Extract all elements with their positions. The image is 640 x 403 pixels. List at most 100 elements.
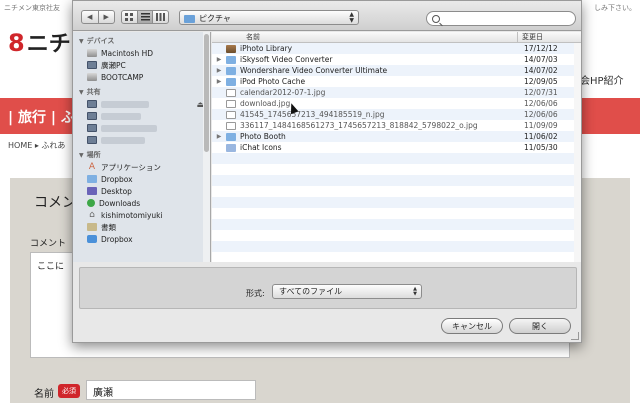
file-date: 12/06/06 — [524, 99, 558, 108]
name-input[interactable]: 廣瀬 — [86, 380, 256, 400]
sidebar-item-macintosh-hd[interactable]: Macintosh HD — [73, 47, 210, 59]
network-computer-icon — [87, 136, 97, 144]
sidebar-item-applications[interactable]: A アプリケーション — [73, 161, 210, 173]
sidebar-item-label: Macintosh HD — [101, 48, 154, 58]
sidebar-shared-header[interactable]: ▼ 共有 — [73, 83, 210, 98]
downloads-icon — [87, 199, 95, 207]
name-input-value: 廣瀬 — [93, 388, 113, 399]
file-row[interactable]: ▶ Wondershare Video Converter Ultimate 14/… — [212, 65, 581, 76]
empty-row — [212, 252, 581, 262]
sidebar-item-downloads[interactable]: Downloads — [73, 197, 210, 209]
sidebar-item-label: Desktop — [101, 186, 132, 196]
sidebar-shared-item[interactable] — [73, 134, 210, 146]
disclosure-triangle-icon: ▼ — [79, 37, 84, 45]
sidebar-item-label: BOOTCAMP — [101, 72, 144, 82]
file-date: 12/07/31 — [524, 88, 558, 97]
icon-view-button[interactable] — [122, 11, 138, 23]
sidebar-item-desktop[interactable]: Desktop — [73, 185, 210, 197]
sidebar-header-label: 場所 — [86, 151, 101, 159]
file-name: calendar2012-07-1.jpg — [240, 88, 326, 97]
icon-view-icon — [124, 13, 133, 21]
file-row[interactable]: download.jpg 12/06/06 — [212, 98, 581, 109]
sidebar-item-dropbox[interactable]: Dropbox — [73, 173, 210, 185]
empty-row — [212, 230, 581, 241]
sidebar-item-label: Dropbox — [101, 234, 133, 244]
folder-icon — [226, 55, 236, 64]
disclosure-triangle-icon[interactable]: ▶ — [212, 56, 226, 63]
format-label: 形式: — [246, 289, 265, 298]
scrollbar-thumb[interactable] — [204, 34, 209, 152]
blurred-label — [101, 100, 149, 108]
pc-icon — [87, 61, 97, 69]
site-logo[interactable]: 8ニチ — [8, 26, 71, 58]
file-row[interactable]: ▶ Photo Booth 11/06/02 — [212, 131, 581, 142]
open-button[interactable]: 開く — [509, 318, 571, 334]
column-header-name[interactable]: 名前 — [212, 32, 518, 42]
column-header-date[interactable]: 変更日 — [518, 32, 581, 42]
sidebar-shared-item[interactable] — [73, 122, 210, 134]
file-date: 14/07/02 — [524, 66, 558, 75]
file-date: 17/12/12 — [524, 44, 558, 53]
breadcrumb[interactable]: HOME ▸ ふれあ — [8, 140, 65, 151]
sidebar-item-hirose-pc[interactable]: 廣瀬PC — [73, 59, 210, 71]
folder-icon — [87, 175, 97, 183]
disclosure-triangle-icon: ▼ — [79, 88, 84, 96]
folder-icon — [226, 77, 236, 86]
sidebar-item-home[interactable]: ⌂ kishimotomiyuki — [73, 209, 210, 221]
search-input[interactable] — [444, 14, 564, 23]
file-row[interactable]: iChat Icons 11/05/30 — [212, 142, 581, 153]
location-select[interactable]: ピクチャ ▲ ▼ — [179, 10, 359, 25]
file-date: 11/05/30 — [524, 143, 558, 152]
file-row[interactable]: 336117_1484168561273_1745657213_818842_5… — [212, 120, 581, 131]
format-select[interactable]: すべてのファイル ▲ ▼ — [272, 284, 422, 299]
comment-label: コメント — [30, 239, 67, 249]
required-badge: 必須 — [58, 384, 80, 398]
sidebar-header-label: デバイス — [86, 37, 115, 45]
back-button[interactable]: ◀ — [82, 11, 99, 23]
disclosure-triangle-icon[interactable]: ▶ — [212, 78, 226, 85]
disclosure-triangle-icon[interactable]: ▶ — [212, 133, 226, 140]
header-right-text: しみ下さい。 — [594, 4, 636, 12]
sidebar-places-header[interactable]: ▼ 場所 — [73, 146, 210, 161]
forward-button[interactable]: ▶ — [99, 11, 115, 23]
column-view-icon — [156, 13, 166, 21]
sidebar-item-label: Downloads — [99, 198, 141, 208]
documents-icon — [87, 223, 97, 231]
sidebar-shared-item[interactable] — [73, 110, 210, 122]
home-icon: ⌂ — [89, 210, 95, 220]
sidebar-item-dropbox-2[interactable]: Dropbox — [73, 233, 210, 245]
dialog-sidebar: ▼ デバイス Macintosh HD 廣瀬PC BOOTCAMP ▼ 共有 ⏏ ▼… — [73, 32, 211, 262]
resize-handle-icon[interactable] — [571, 332, 579, 340]
file-name: iPhoto Library — [240, 44, 293, 53]
file-list-scrollbar[interactable] — [574, 43, 581, 262]
logo-text: ニチ — [26, 32, 71, 57]
sidebar-devices-header[interactable]: ▼ デバイス — [73, 32, 210, 47]
file-row[interactable]: ▶ iPod Photo Cache 12/09/05 — [212, 76, 581, 87]
location-select-value: ピクチャ — [199, 14, 231, 23]
file-row[interactable]: ▶ iSkysoft Video Converter 14/07/03 — [212, 54, 581, 65]
sidebar-item-bootcamp[interactable]: BOOTCAMP — [73, 71, 210, 83]
sidebar-shared-item[interactable]: ⏏ — [73, 98, 210, 110]
blurred-label — [101, 136, 145, 144]
image-file-icon — [226, 110, 236, 119]
name-label: 名前 — [34, 389, 54, 400]
photo-library-icon — [226, 44, 236, 53]
file-row[interactable]: calendar2012-07-1.jpg 12/07/31 — [212, 87, 581, 98]
file-row[interactable]: 41545_1745657213_494185519_n.jpg 12/06/06 — [212, 109, 581, 120]
file-name: download.jpg — [240, 99, 291, 108]
file-name: Wondershare Video Converter Ultimate — [240, 66, 388, 75]
cancel-button[interactable]: キャンセル — [441, 318, 503, 334]
empty-row — [212, 175, 581, 186]
column-view-button[interactable] — [153, 11, 168, 23]
sidebar-scrollbar[interactable] — [203, 32, 210, 262]
hp-intro-link[interactable]: 会HP紹介 — [580, 72, 624, 87]
logo-mark-icon: 8 — [8, 29, 25, 57]
list-view-button[interactable] — [137, 11, 154, 23]
file-row[interactable]: iPhoto Library 17/12/12 — [212, 43, 581, 54]
sidebar-item-label: kishimotomiyuki — [101, 210, 163, 220]
sidebar-item-documents[interactable]: 書類 — [73, 221, 210, 233]
nav-travel-link[interactable]: | 旅行 | ふ — [8, 107, 75, 127]
empty-row — [212, 153, 581, 164]
search-field[interactable] — [426, 11, 576, 26]
disclosure-triangle-icon[interactable]: ▶ — [212, 67, 226, 74]
